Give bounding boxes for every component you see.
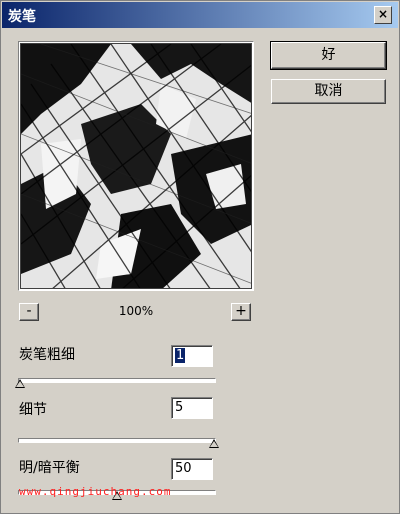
title-bar[interactable]: 炭笔 × [2,2,398,28]
charcoal-thickness-label: 炭笔粗细 [19,347,75,363]
preview-frame [18,41,254,291]
detail-input[interactable]: 5 [171,397,213,419]
detail-slider-thumb[interactable] [209,439,219,448]
close-icon: × [377,7,389,21]
charcoal-thickness-value: 1 [175,348,186,363]
charcoal-thickness-input[interactable]: 1 [171,345,213,367]
zoom-in-button[interactable]: + [231,303,251,321]
charcoal-thickness-slider-thumb[interactable] [15,379,25,388]
zoom-level: 100% [118,304,154,318]
watermark-text: www.qingjiuchang.com [19,485,172,498]
detail-slider[interactable] [18,438,219,448]
close-button[interactable]: × [374,6,392,24]
charcoal-thickness-slider[interactable] [15,378,216,388]
detail-label: 细节 [19,402,47,418]
ok-button[interactable]: 好 [270,41,387,70]
preview-image[interactable] [20,43,252,289]
charcoal-preview-graphic [21,44,251,288]
zoom-out-button[interactable]: - [19,303,39,321]
charcoal-filter-dialog: 炭笔 × 好 取消 - 100% + 炭笔粗细 1 细节 5 明/暗平衡 50 … [0,0,400,514]
light-dark-balance-input[interactable]: 50 [171,458,213,480]
cancel-button[interactable]: 取消 [271,79,386,104]
window-title: 炭笔 [8,9,36,25]
light-dark-balance-label: 明/暗平衡 [19,460,80,476]
